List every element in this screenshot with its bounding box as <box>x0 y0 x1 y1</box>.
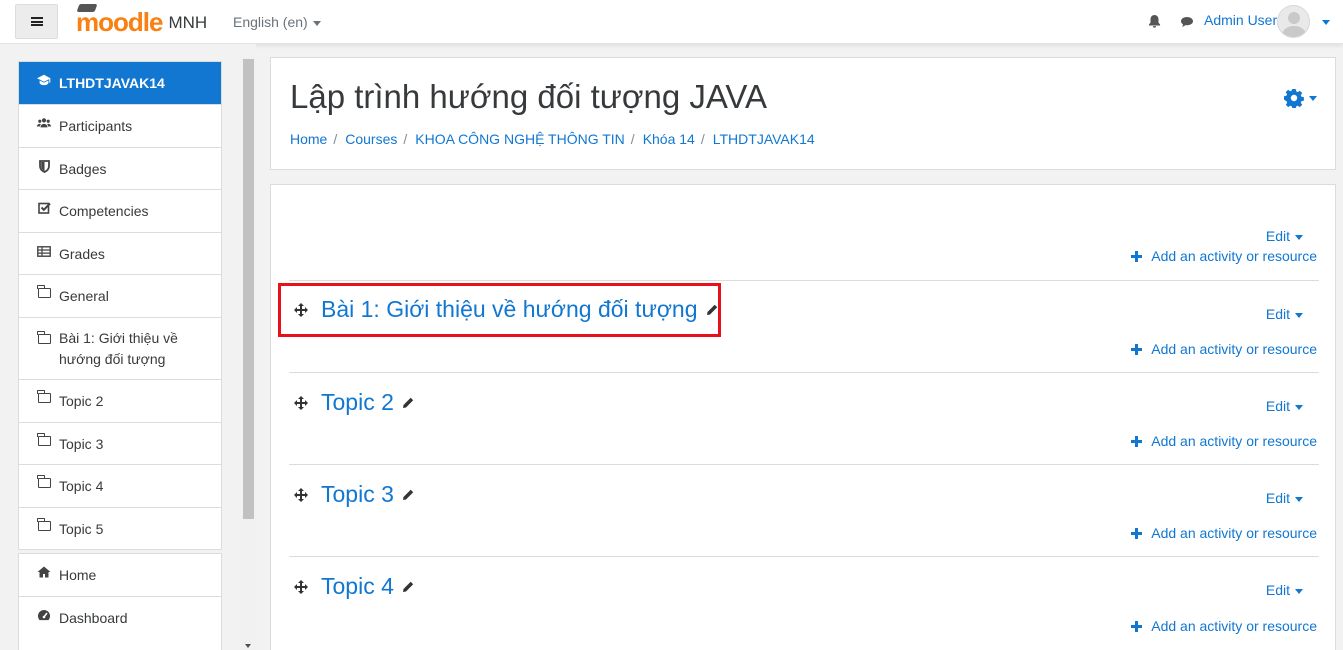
edit-menu[interactable]: Edit <box>1266 398 1303 414</box>
sidebar-item-topic-2[interactable]: Topic 2 <box>19 379 221 422</box>
sidebar-item-home[interactable]: Home <box>19 554 221 596</box>
nav-drawer: LTHDTJAVAK14 Participants Badges Compete… <box>0 44 256 650</box>
top-navbar: moodle MNH English (en) Admin User <box>0 0 1343 44</box>
add-activity-button[interactable]: Add an activity or resource <box>1131 525 1317 541</box>
shield-icon <box>37 159 51 173</box>
section-name[interactable]: Topic 2 <box>321 389 394 416</box>
chevron-down-icon <box>1295 404 1303 410</box>
chevron-down-icon <box>1295 588 1303 594</box>
sidebar-item-badges[interactable]: Badges <box>19 147 221 189</box>
sidebar-item-bai1[interactable]: Bài 1: Giới thiệu về hướng đối tượng <box>19 317 221 379</box>
plus-icon <box>1131 250 1143 262</box>
site-name: MNH <box>168 13 208 32</box>
user-menu-name[interactable]: Admin User <box>1204 12 1277 28</box>
breadcrumb-course[interactable]: LTHDTJAVAK14 <box>713 131 815 147</box>
folder-icon <box>37 475 51 490</box>
folder-icon <box>37 390 51 405</box>
dashboard-icon <box>37 608 51 622</box>
move-icon[interactable] <box>294 579 308 594</box>
plus-icon <box>1131 343 1143 355</box>
chevron-down-icon <box>1295 496 1303 502</box>
breadcrumb-home[interactable]: Home <box>290 131 327 147</box>
checkbox-icon <box>37 201 51 215</box>
page-title: Lập trình hướng đối tượng JAVA <box>290 78 768 115</box>
edit-menu[interactable]: Edit <box>1266 228 1303 244</box>
users-icon <box>37 116 51 130</box>
section-topic-4: Topic 4 Edit Add an activity or resource <box>289 556 1319 650</box>
plus-icon <box>1131 620 1143 632</box>
folder-icon <box>37 285 51 300</box>
site-brand[interactable]: moodle MNH <box>76 3 208 38</box>
sidebar-item-grades[interactable]: Grades <box>19 232 221 274</box>
section-header: Topic 4 <box>294 573 414 600</box>
gear-icon <box>1284 89 1304 108</box>
menu-toggle-button[interactable] <box>15 4 58 39</box>
graduation-cap-icon <box>37 73 51 87</box>
edit-menu[interactable]: Edit <box>1266 490 1303 506</box>
course-content: Edit Add an activity or resource Bài 1: … <box>270 184 1336 650</box>
sidebar-item-competencies[interactable]: Competencies <box>19 189 221 232</box>
sidebar-item-dashboard[interactable]: Dashboard <box>19 596 221 639</box>
chat-icon[interactable] <box>1180 16 1194 28</box>
avatar[interactable] <box>1277 5 1310 38</box>
section-topic-2: Topic 2 Edit Add an activity or resource <box>289 372 1319 465</box>
breadcrumb: Home / Courses / KHOA CÔNG NGHỆ THÔNG TIN / Kh… <box>290 131 815 147</box>
plus-icon <box>1131 527 1143 539</box>
edit-menu[interactable]: Edit <box>1266 582 1303 598</box>
pencil-icon[interactable] <box>402 489 414 501</box>
scrollbar-thumb[interactable] <box>243 59 254 519</box>
section-general: Edit Add an activity or resource <box>289 185 1319 280</box>
sidebar-item-topic-3[interactable]: Topic 3 <box>19 422 221 464</box>
section-name[interactable]: Topic 4 <box>321 573 394 600</box>
home-icon <box>37 565 51 579</box>
edit-menu[interactable]: Edit <box>1266 306 1303 322</box>
section-name[interactable]: Topic 3 <box>321 481 394 508</box>
sidebar-item-participants[interactable]: Participants <box>19 104 221 147</box>
chevron-down-icon <box>312 20 321 26</box>
sidebar-item-course[interactable]: LTHDTJAVAK14 <box>19 62 221 104</box>
chevron-down-icon <box>1295 312 1303 318</box>
add-activity-button[interactable]: Add an activity or resource <box>1131 248 1317 264</box>
language-menu[interactable]: English (en) <box>233 14 321 30</box>
add-activity-button[interactable]: Add an activity or resource <box>1131 341 1317 357</box>
add-activity-button[interactable]: Add an activity or resource <box>1131 618 1317 634</box>
add-activity-button[interactable]: Add an activity or resource <box>1131 433 1317 449</box>
breadcrumb-cohort[interactable]: Khóa 14 <box>643 131 695 147</box>
section-topic-3: Topic 3 Edit Add an activity or resource <box>289 464 1319 557</box>
folder-icon <box>37 331 51 346</box>
pencil-icon[interactable] <box>402 397 414 409</box>
pencil-icon[interactable] <box>402 581 414 593</box>
scroll-down-arrow[interactable] <box>245 644 251 648</box>
menu-icon <box>30 17 43 26</box>
sidebar-item-topic-4[interactable]: Topic 4 <box>19 464 221 507</box>
section-header: Topic 3 <box>294 481 414 508</box>
page-header: Lập trình hướng đối tượng JAVA Home / Cour… <box>270 57 1336 170</box>
bell-icon[interactable] <box>1148 14 1161 28</box>
site-nav: Home Dashboard <box>18 553 222 650</box>
sidebar-item-topic-5[interactable]: Topic 5 <box>19 507 221 549</box>
plus-icon <box>1131 435 1143 447</box>
move-icon[interactable] <box>294 487 308 502</box>
course-settings-menu[interactable] <box>1284 88 1317 108</box>
chevron-down-icon <box>1295 234 1303 240</box>
table-icon <box>37 244 51 258</box>
breadcrumb-courses[interactable]: Courses <box>345 131 397 147</box>
moodle-logo: moodle <box>76 3 163 38</box>
highlight-annotation <box>278 283 721 337</box>
folder-icon <box>37 433 51 448</box>
chevron-down-icon[interactable] <box>1322 20 1330 25</box>
section-header: Topic 2 <box>294 389 414 416</box>
sidebar-item-general[interactable]: General <box>19 274 221 317</box>
course-nav: LTHDTJAVAK14 Participants Badges Compete… <box>18 61 222 550</box>
drawer-scrollbar[interactable] <box>241 57 256 650</box>
move-icon[interactable] <box>294 395 308 410</box>
folder-icon <box>37 518 51 533</box>
chevron-down-icon <box>1309 95 1317 101</box>
language-label: English (en) <box>233 14 308 30</box>
breadcrumb-faculty[interactable]: KHOA CÔNG NGHỆ THÔNG TIN <box>415 131 625 147</box>
